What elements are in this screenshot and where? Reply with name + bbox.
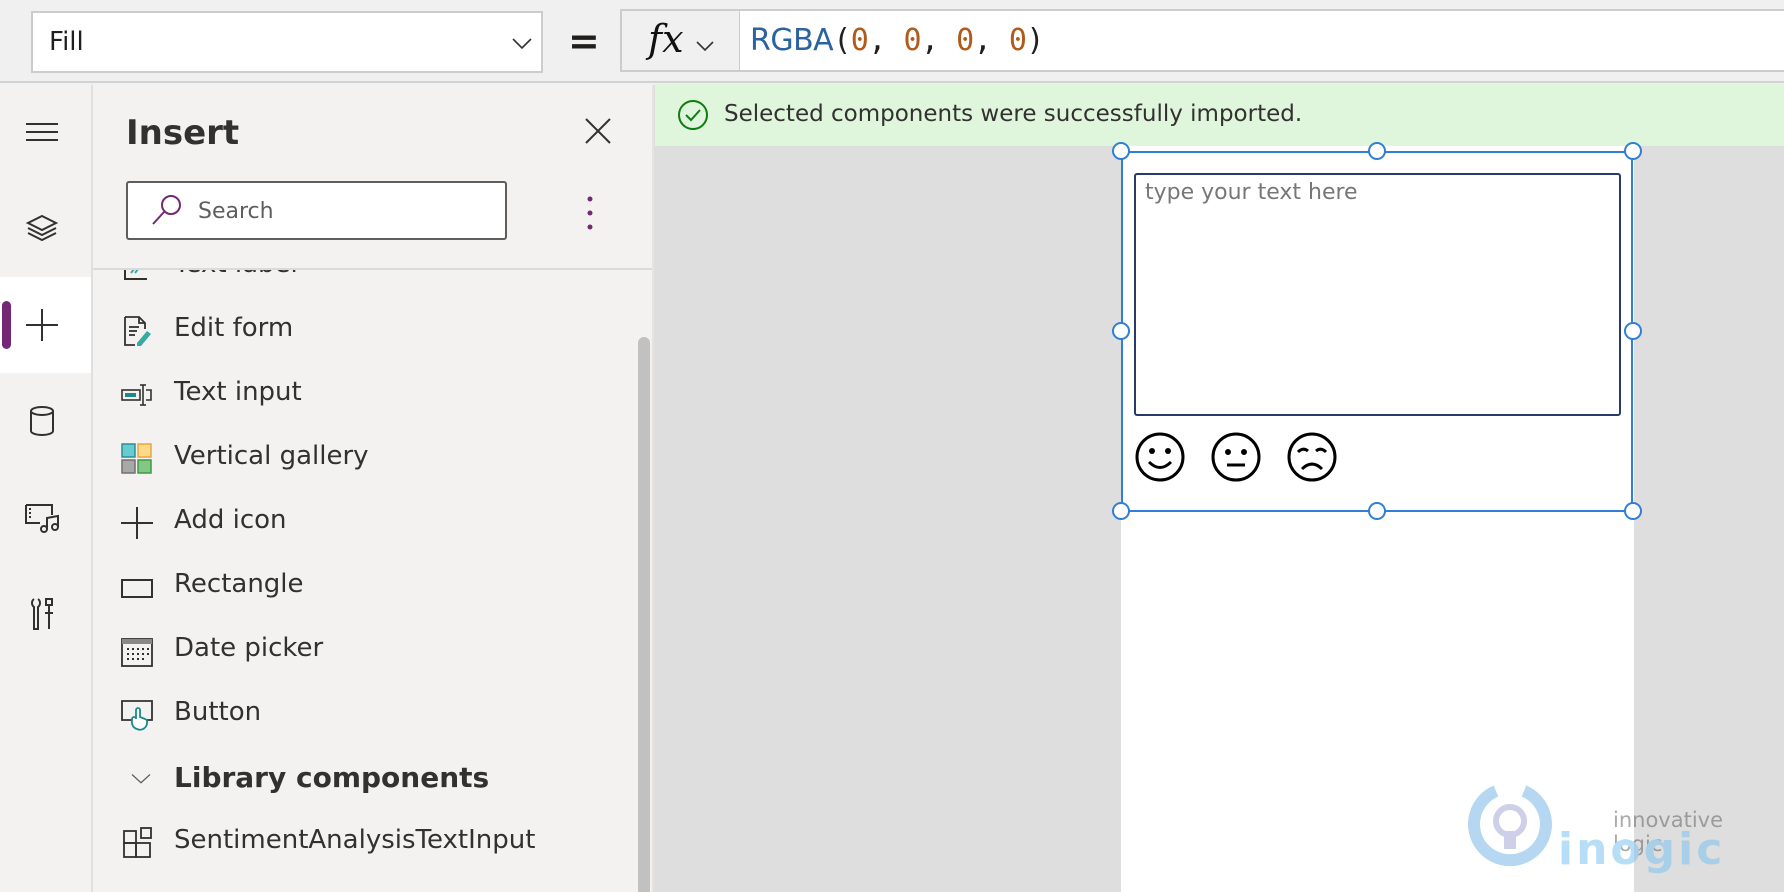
insert-panel: Insert Search Text label Edit form Text … [93,85,654,892]
formula-sep: , [973,23,1009,58]
resize-handle-right[interactable] [1624,322,1642,340]
formula-arg: 0 [1008,23,1027,58]
resize-handle-top-left[interactable] [1112,142,1130,160]
more-options-icon[interactable] [585,193,595,233]
watermark-brand: inogic [1558,824,1726,875]
property-dropdown[interactable]: Fill [31,11,543,73]
rail-item-data[interactable] [0,373,91,469]
rail-item-insert[interactable] [0,277,91,373]
inogic-logo-icon [1468,785,1552,867]
search-icon [152,195,181,225]
list-item-label: Rectangle [174,569,304,599]
list-item-text-input[interactable]: Text input [93,363,633,425]
panel-title: Insert [126,113,240,153]
list-item-label: Edit form [174,313,294,343]
resize-handle-left[interactable] [1112,322,1130,340]
rail-item-menu[interactable] [0,85,91,181]
formula-arg: 0 [903,23,922,58]
hamburger-icon [26,123,58,141]
vertical-gallery-icon [121,443,152,474]
list-item-edit-form[interactable]: Edit form [93,299,633,361]
list-item-label: Add icon [174,505,287,535]
success-notification: Selected components were successfully im… [655,84,1784,146]
formula-paren: ) [1026,23,1044,58]
list-item-label: Date picker [174,633,324,663]
formula-sep: , [921,23,957,58]
chevron-down-icon [512,38,532,50]
resize-handle-top-right[interactable] [1624,142,1642,160]
list-item-vertical-gallery[interactable]: Vertical gallery [93,427,633,489]
rail-item-tree-view[interactable] [0,181,91,277]
text-label-icon [124,270,147,280]
list-item-label: Button [174,697,262,727]
list-item-date-picker[interactable]: Date picker [93,619,633,681]
date-picker-icon [121,638,153,667]
plus-icon [26,309,58,341]
rectangle-icon [121,579,153,598]
equals-sign: = [568,19,600,63]
list-item-label: SentimentAnalysisTextInput [174,825,536,855]
formula-arg: 0 [956,23,974,58]
add-icon [121,507,153,539]
resize-handle-top[interactable] [1368,142,1386,160]
resize-handle-bottom[interactable] [1368,502,1386,520]
tools-icon [31,598,53,630]
list-item-text-label[interactable]: Text label [93,270,633,297]
media-icon [25,504,59,533]
left-rail [0,85,93,892]
fx-icon: fx [648,17,684,61]
section-label: Library components [174,761,490,794]
formula-function: RGBA [750,23,834,58]
fx-button[interactable]: fx [620,9,741,72]
check-circle-icon [678,100,708,130]
search-input[interactable]: Search [126,181,507,240]
rail-item-advanced-tools[interactable] [0,565,91,661]
component-icon [123,827,152,858]
text-input-icon [121,384,152,406]
list-item-label: Text label [174,270,298,279]
formula-paren: ( [833,23,851,58]
watermark: innovative logic inogic [1468,778,1768,875]
formula-bar: Fill = fx RGBA(0, 0, 0, 0) [0,0,1784,83]
list-item-sentiment-analysis-text-input[interactable]: SentimentAnalysisTextInput [93,811,633,873]
panel-scrollbar[interactable] [638,337,650,892]
list-item-label: Text input [174,377,302,407]
layers-icon [25,214,59,242]
edit-form-icon [124,316,151,346]
resize-handle-bottom-right[interactable] [1624,502,1642,520]
close-icon[interactable] [583,116,613,146]
list-item-label: Vertical gallery [174,441,369,471]
database-icon [30,406,54,436]
formula-sep: , [868,23,904,58]
resize-handle-bottom-left[interactable] [1112,502,1130,520]
property-dropdown-value: Fill [49,27,84,57]
formula-arg: 0 [850,23,869,58]
section-library-components[interactable]: Library components [93,747,633,809]
search-placeholder: Search [198,199,274,224]
selection-box[interactable] [1121,151,1633,512]
formula-text: RGBA(0, 0, 0, 0) [750,23,1044,58]
formula-input[interactable]: RGBA(0, 0, 0, 0) [740,9,1784,72]
notification-message: Selected components were successfully im… [724,101,1303,127]
list-item-add-icon[interactable]: Add icon [93,491,633,553]
active-indicator [2,301,11,349]
list-item-rectangle[interactable]: Rectangle [93,555,633,617]
button-icon [121,700,153,731]
chevron-down-icon [696,41,714,52]
list-item-button[interactable]: Button [93,683,633,745]
insert-list: Text label Edit form Text input Vertical… [93,270,638,892]
rail-item-media[interactable] [0,469,91,565]
chevron-down-icon [131,774,151,784]
